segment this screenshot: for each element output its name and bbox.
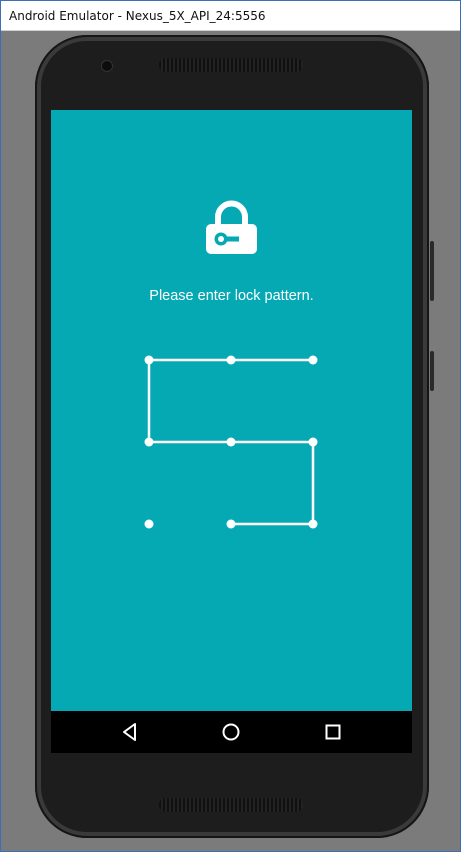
volume-button[interactable]: [430, 351, 434, 391]
title-bar[interactable]: Android Emulator - Nexus_5X_API_24:5556: [1, 1, 460, 31]
pattern-pad[interactable]: [51, 110, 412, 711]
back-icon[interactable]: [119, 721, 141, 743]
window-title: Android Emulator - Nexus_5X_API_24:5556: [9, 9, 266, 23]
front-camera: [102, 61, 112, 71]
pattern-dot-r1-c1[interactable]: [226, 437, 236, 447]
pattern-dot-r1-c0[interactable]: [144, 437, 154, 447]
pattern-dot-r2-c0[interactable]: [144, 519, 154, 529]
pattern-dot-r0-c2[interactable]: [308, 355, 318, 365]
power-button[interactable]: [430, 241, 434, 301]
pattern-dot-r2-c2[interactable]: [308, 519, 318, 529]
navigation-bar: [51, 711, 412, 753]
pattern-dot-r2-c1[interactable]: [226, 519, 236, 529]
lock-screen: Please enter lock pattern.: [51, 110, 412, 711]
recents-icon[interactable]: [322, 721, 344, 743]
emulator-window: Android Emulator - Nexus_5X_API_24:5556 …: [0, 0, 461, 852]
pattern-dot-r0-c0[interactable]: [144, 355, 154, 365]
bottom-speaker: [159, 798, 303, 812]
earpiece-speaker: [159, 58, 303, 72]
home-icon[interactable]: [220, 721, 242, 743]
pattern-dot-r0-c1[interactable]: [226, 355, 236, 365]
pattern-dot-r1-c2[interactable]: [308, 437, 318, 447]
